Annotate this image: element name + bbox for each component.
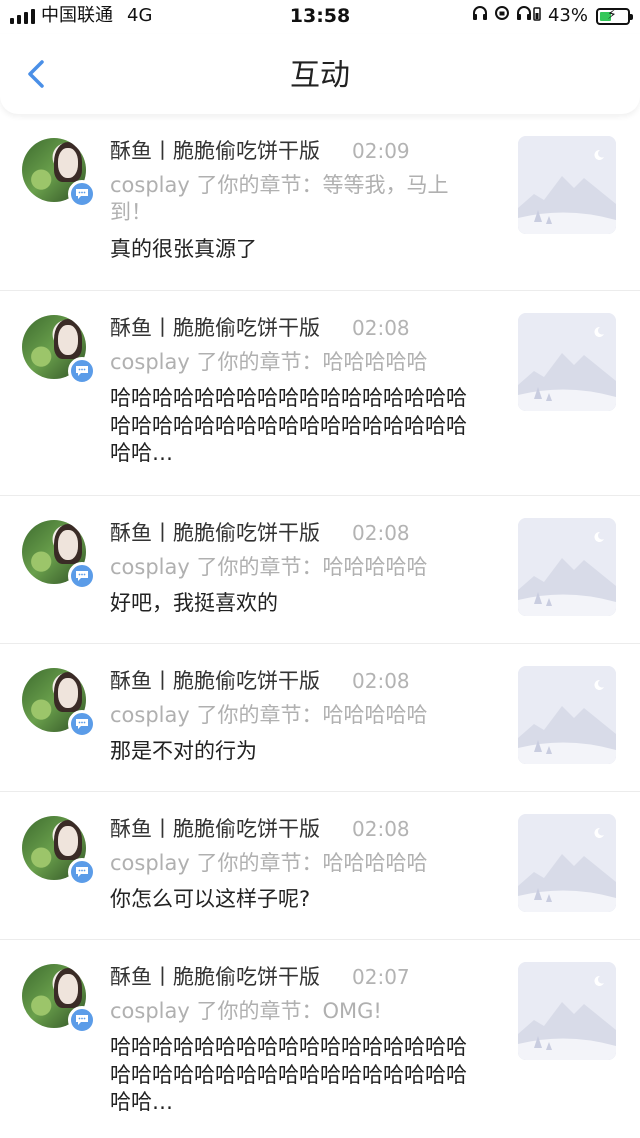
timestamp: 02:08 [352,669,410,693]
comment-text: 哈哈哈哈哈哈哈哈哈哈哈哈哈哈哈哈哈哈哈哈哈哈哈哈哈哈哈哈哈哈哈哈哈哈哈哈… [110,1035,467,1114]
activity-subtitle: cosplay 了你的章节：哈哈哈哈哈 [110,851,428,875]
user-name[interactable]: 酥鱼丨脆脆偷吃饼干版 [110,666,320,696]
user-name[interactable]: 酥鱼丨脆脆偷吃饼干版 [110,962,320,992]
user-name[interactable]: 酥鱼丨脆脆偷吃饼干版 [110,136,320,166]
avatar[interactable] [22,315,98,391]
timestamp: 02:09 [352,139,410,163]
orientation-lock-icon [494,5,510,27]
comment-text: 哈哈哈哈哈哈哈哈哈哈哈哈哈哈哈哈哈哈哈哈哈哈哈哈哈哈哈哈哈哈哈哈哈哈哈哈… [110,386,467,465]
charging-bolt-icon: ⚡ [607,6,617,23]
comment-text: 你怎么可以这样子呢? [110,887,311,911]
nav-bar: 互动 [0,34,640,114]
headphones-battery-icon [516,5,542,27]
user-name[interactable]: 酥鱼丨脆脆偷吃饼干版 [110,313,320,343]
avatar[interactable] [22,816,98,892]
avatar[interactable] [22,964,98,1040]
notification-item[interactable]: 酥鱼丨脆脆偷吃饼干版 02:08 cosplay 了你的章节：哈哈哈哈哈 好吧，… [0,496,640,644]
activity-subtitle: cosplay 了你的章节：等等我，马上到！ [110,173,449,224]
comment-badge-icon [68,858,96,886]
timestamp: 02:07 [352,965,410,989]
notification-list: 酥鱼丨脆脆偷吃饼干版 02:09 cosplay 了你的章节：等等我，马上到！ … [0,114,640,1138]
comment-text: 好吧，我挺喜欢的 [110,591,278,615]
avatar[interactable] [22,520,98,596]
notification-item[interactable]: 酥鱼丨脆脆偷吃饼干版 02:08 cosplay 了你的章节：哈哈哈哈哈 哈哈哈… [0,291,640,496]
chapter-thumbnail-placeholder[interactable] [518,518,616,616]
image-placeholder-icon [518,136,616,234]
headphones-icon [472,5,488,27]
timestamp: 02:08 [352,316,410,340]
chapter-thumbnail-placeholder[interactable] [518,666,616,764]
notification-item[interactable]: 酥鱼丨脆脆偷吃饼干版 02:09 cosplay 了你的章节：等等我，马上到！ … [0,114,640,291]
user-name[interactable]: 酥鱼丨脆脆偷吃饼干版 [110,814,320,844]
avatar[interactable] [22,138,98,214]
activity-subtitle: cosplay 了你的章节：OMG! [110,999,382,1023]
comment-badge-icon [68,562,96,590]
comment-badge-icon [68,1006,96,1034]
comment-badge-icon [68,710,96,738]
activity-subtitle: cosplay 了你的章节：哈哈哈哈哈 [110,703,428,727]
notification-item[interactable]: 酥鱼丨脆脆偷吃饼干版 02:07 cosplay 了你的章节：OMG! 哈哈哈哈… [0,940,640,1138]
timestamp: 02:08 [352,521,410,545]
comment-badge-icon [68,180,96,208]
image-placeholder-icon [518,666,616,764]
activity-subtitle: cosplay 了你的章节：哈哈哈哈哈 [110,555,428,579]
battery-icon: ⚡ [596,6,633,25]
status-bar: 中国联通 4G 13:58 43% ⚡ [0,0,640,34]
timestamp: 02:08 [352,817,410,841]
chapter-thumbnail-placeholder[interactable] [518,313,616,411]
status-right: 43% ⚡ [472,5,633,27]
image-placeholder-icon [518,962,616,1060]
user-name[interactable]: 酥鱼丨脆脆偷吃饼干版 [110,518,320,548]
comment-text: 真的很张真源了 [110,237,257,261]
image-placeholder-icon [518,313,616,411]
notification-item[interactable]: 酥鱼丨脆脆偷吃饼干版 02:08 cosplay 了你的章节：哈哈哈哈哈 你怎么… [0,792,640,940]
avatar[interactable] [22,668,98,744]
chapter-thumbnail-placeholder[interactable] [518,814,616,912]
notification-item[interactable]: 酥鱼丨脆脆偷吃饼干版 02:08 cosplay 了你的章节：哈哈哈哈哈 那是不… [0,644,640,792]
chapter-thumbnail-placeholder[interactable] [518,962,616,1060]
activity-subtitle: cosplay 了你的章节：哈哈哈哈哈 [110,350,428,374]
image-placeholder-icon [518,518,616,616]
page-title: 互动 [290,58,350,93]
comment-badge-icon [68,357,96,385]
battery-percent: 43% [547,5,588,26]
chapter-thumbnail-placeholder[interactable] [518,136,616,234]
image-placeholder-icon [518,814,616,912]
comment-text: 那是不对的行为 [110,739,257,763]
